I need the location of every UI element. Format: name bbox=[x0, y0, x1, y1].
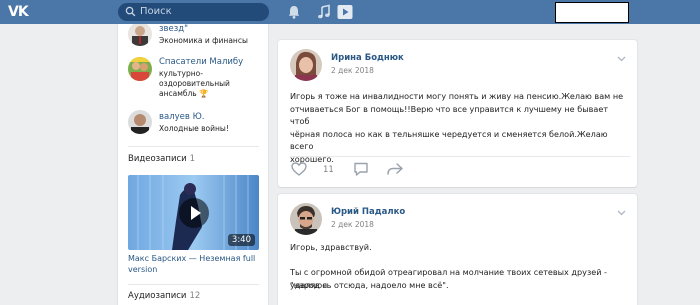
user-menu-box[interactable] bbox=[555, 2, 629, 23]
chevron-down-icon[interactable] bbox=[617, 56, 626, 62]
group-item[interactable]: валуев Ю. Холодные войны! bbox=[128, 110, 268, 138]
audio-title[interactable]: Аудиозаписи bbox=[128, 291, 186, 301]
video-thumbnail[interactable]: 3:40 bbox=[128, 175, 259, 250]
comment-icon[interactable] bbox=[353, 162, 369, 176]
group-description-line: культурно- bbox=[159, 69, 203, 78]
post-text-line: Игорь я тоже на инвалидности могу понять… bbox=[290, 91, 624, 101]
videos-count: 1 bbox=[189, 154, 196, 164]
search-input[interactable]: Поиск bbox=[118, 3, 269, 21]
group-avatar[interactable] bbox=[128, 24, 152, 46]
like-heart-icon[interactable] bbox=[291, 162, 307, 176]
post-text-line: Игорь, здравствуй. bbox=[290, 242, 372, 252]
share-icon[interactable] bbox=[386, 162, 404, 176]
section-divider bbox=[128, 146, 259, 147]
top-header: VK Поиск bbox=[0, 0, 700, 24]
video-title-link[interactable]: Макс Барских — Неземная full version bbox=[128, 253, 268, 275]
chevron-down-icon[interactable] bbox=[617, 210, 626, 216]
author-avatar[interactable] bbox=[290, 203, 322, 235]
post-date[interactable]: 2 дек 2018 bbox=[331, 220, 374, 229]
group-description-line: ансамбль 🏆 bbox=[159, 89, 209, 98]
group-item[interactable]: Спасатели Малибу культурно- оздоровитель… bbox=[128, 57, 268, 103]
group-name[interactable]: валуев Ю. bbox=[159, 112, 205, 123]
author-avatar[interactable] bbox=[290, 49, 322, 81]
group-description: Холодные войны! bbox=[159, 124, 229, 133]
group-avatar[interactable] bbox=[128, 57, 152, 81]
group-avatar[interactable] bbox=[128, 110, 152, 134]
videos-title[interactable]: Видеозаписи bbox=[128, 154, 187, 164]
search-icon bbox=[125, 6, 136, 17]
play-button[interactable] bbox=[179, 198, 209, 228]
group-item[interactable]: звезд" Экономика и финансы bbox=[128, 24, 268, 48]
post-text-line: отчиваеться Бог в помощь!!Верю что все у… bbox=[290, 103, 609, 127]
group-description-line: оздоровительный bbox=[159, 79, 230, 88]
video-duration: 3:40 bbox=[227, 234, 255, 246]
section-divider bbox=[128, 284, 259, 285]
profile-left-column: звезд" Экономика и финансы Спасатели Мал… bbox=[117, 24, 269, 305]
group-description: Экономика и финансы bbox=[159, 36, 248, 45]
vk-logo[interactable]: VK bbox=[8, 3, 32, 21]
post-text-line: удаляюсь отсюда, надоело мне всё". bbox=[290, 279, 449, 290]
post-date[interactable]: 2 дек 2018 bbox=[331, 66, 374, 75]
wall-post: Ирина Боднюк 2 дек 2018 Игорь я тоже на … bbox=[278, 40, 637, 187]
videos-section-title[interactable]: Видеозаписи 1 bbox=[128, 154, 195, 164]
post-text-line: чёрная полоса но как в тельняшке чередуе… bbox=[290, 128, 608, 152]
notifications-bell-icon[interactable] bbox=[286, 4, 302, 20]
post-actions: 11 bbox=[290, 156, 630, 176]
post-author-name[interactable]: Ирина Боднюк bbox=[331, 53, 404, 63]
video-play-icon[interactable] bbox=[337, 4, 353, 20]
music-icon[interactable] bbox=[316, 4, 332, 20]
post-author-name[interactable]: Юрий Падалко bbox=[331, 207, 405, 217]
search-placeholder: Поиск bbox=[140, 6, 172, 17]
group-name[interactable]: Спасатели Малибу bbox=[159, 57, 243, 68]
post-text: Игорь я тоже на инвалидности могу понять… bbox=[290, 90, 628, 165]
audio-count: 12 bbox=[189, 291, 201, 301]
like-count: 11 bbox=[323, 165, 334, 175]
group-name[interactable]: звезд" bbox=[159, 24, 188, 35]
wall-post: Юрий Падалко 2 дек 2018 Игорь, здравству… bbox=[278, 194, 637, 305]
audio-section-title[interactable]: Аудиозаписи 12 bbox=[128, 291, 200, 301]
